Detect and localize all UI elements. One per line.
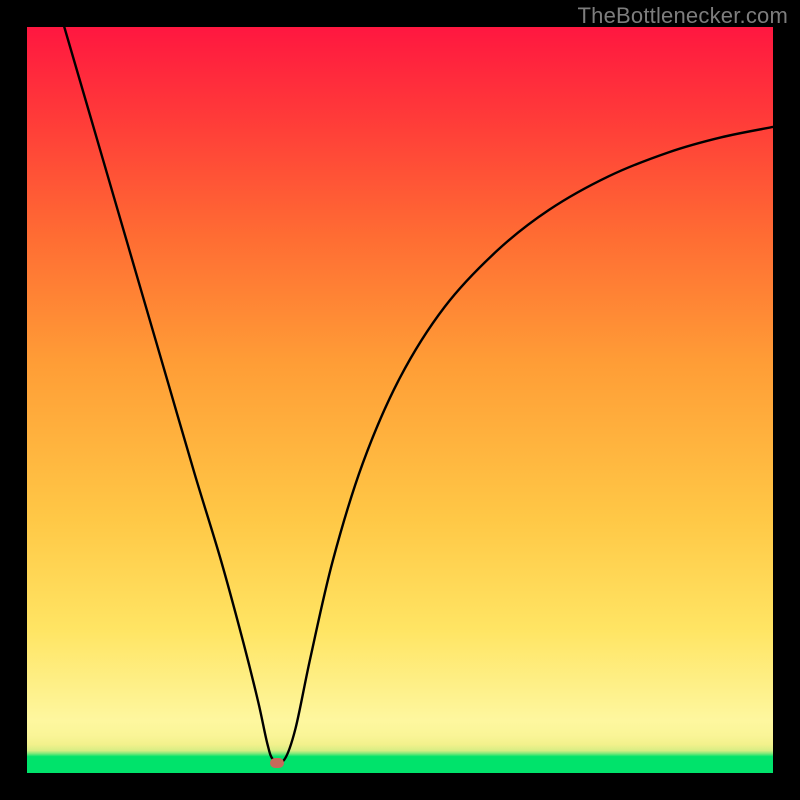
plot-area bbox=[27, 27, 773, 773]
optimal-marker bbox=[270, 758, 284, 768]
watermark-text: TheBottlenecker.com bbox=[578, 3, 788, 29]
bottleneck-curve bbox=[27, 27, 773, 773]
chart-frame: TheBottlenecker.com bbox=[0, 0, 800, 800]
